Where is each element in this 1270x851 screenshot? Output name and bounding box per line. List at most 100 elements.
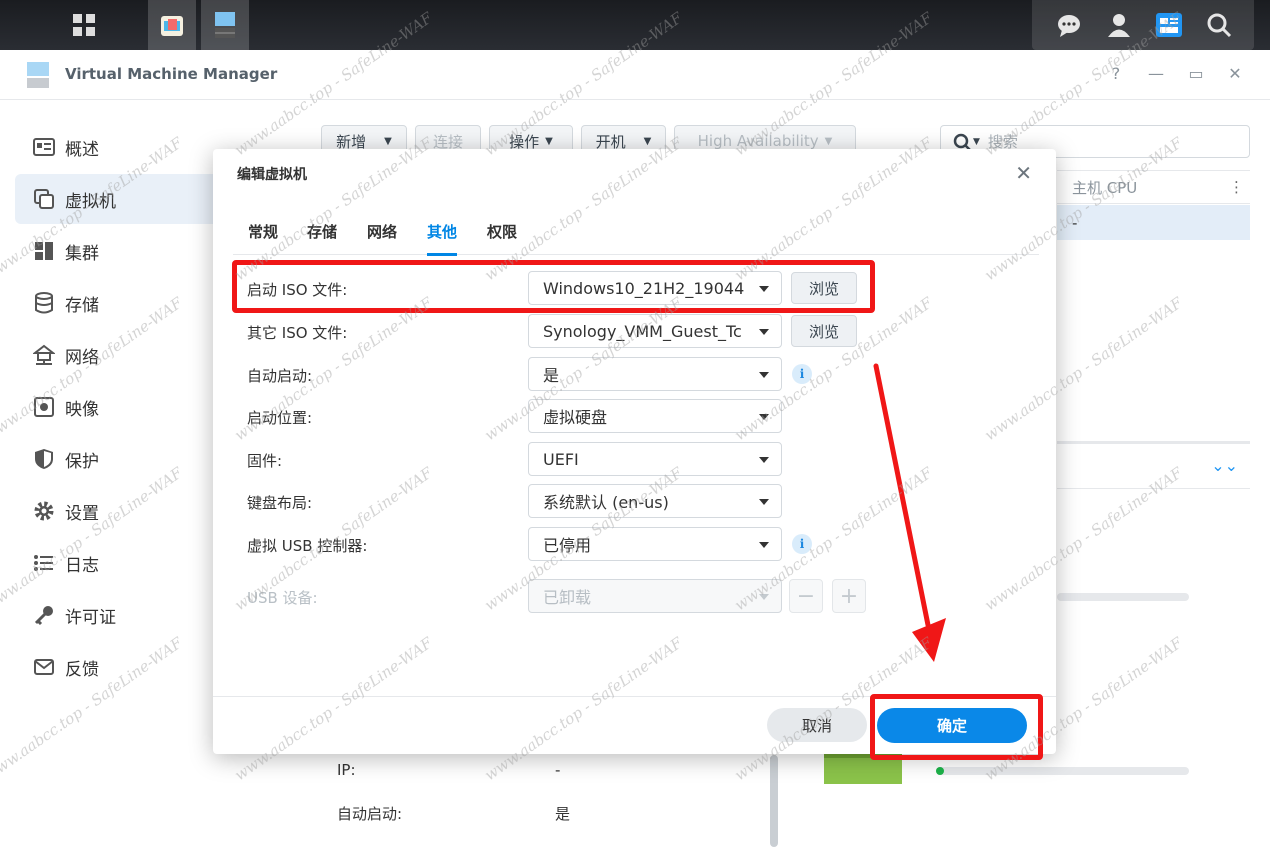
chevron-down-icon: ▼ bbox=[545, 135, 553, 147]
overview-icon bbox=[33, 136, 55, 158]
grid-icon bbox=[73, 14, 95, 36]
taskbar bbox=[0, 0, 1270, 50]
virtual-machine-icon bbox=[215, 12, 235, 38]
sidebar-item-label: 虚拟机 bbox=[65, 191, 116, 212]
chevron-down-icon bbox=[759, 372, 769, 378]
vm-icon bbox=[33, 188, 55, 210]
autostart-label: 自动启动: bbox=[337, 805, 403, 823]
firmware-value: UEFI bbox=[543, 449, 579, 469]
chevron-down-icon: ▼ bbox=[973, 136, 980, 147]
highlight-box bbox=[232, 260, 875, 313]
remove-usb-button[interactable]: − bbox=[789, 579, 823, 613]
tab-other[interactable]: 其他 bbox=[427, 221, 458, 256]
sidebar-item-label: 反馈 bbox=[65, 659, 99, 680]
chat-button[interactable] bbox=[1045, 0, 1093, 50]
usage-bar bbox=[936, 767, 1189, 775]
other-iso-label: 其它 ISO 文件: bbox=[247, 324, 348, 342]
dialog-title: 编辑虚拟机 bbox=[237, 167, 307, 183]
boot-from-label: 启动位置: bbox=[247, 409, 313, 427]
firmware-label: 固件: bbox=[247, 452, 283, 470]
sidebar-item-label: 集群 bbox=[65, 243, 99, 264]
chevron-down-icon: ▼ bbox=[384, 135, 392, 147]
other-iso-browse-button[interactable]: 浏览 bbox=[791, 315, 857, 347]
ip-label: IP: bbox=[337, 761, 356, 779]
keyboard-value: 系统默认 (en-us) bbox=[543, 493, 669, 512]
virtual-machine-button[interactable] bbox=[201, 0, 249, 50]
usb-controller-value: 已停用 bbox=[543, 536, 592, 555]
boot-from-value: 虚拟硬盘 bbox=[543, 408, 608, 427]
close-dialog-button[interactable]: ✕ bbox=[1015, 161, 1032, 185]
gear-icon bbox=[33, 500, 55, 522]
sidebar-item-label: 网络 bbox=[65, 347, 99, 368]
table-row[interactable]: - bbox=[1057, 205, 1250, 240]
usb-device-select[interactable]: 已卸载 bbox=[528, 579, 782, 613]
sidebar-item-label: 存储 bbox=[65, 295, 99, 316]
autostart-label: 自动启动: bbox=[247, 367, 313, 385]
chat-icon bbox=[1058, 15, 1080, 37]
chevron-down-icon bbox=[759, 457, 769, 463]
package-center-icon bbox=[161, 16, 183, 36]
sidebar-item-label: 日志 bbox=[65, 555, 99, 576]
main-menu-button[interactable] bbox=[60, 0, 108, 50]
usb-controller-select[interactable]: 已停用 bbox=[528, 527, 782, 561]
search-button[interactable] bbox=[1195, 0, 1243, 50]
package-center-button[interactable] bbox=[148, 0, 196, 50]
other-iso-select[interactable]: Synology_VMM_Guest_Tc bbox=[528, 314, 782, 348]
chevron-down-icon: ▼ bbox=[643, 135, 652, 147]
autostart-value: 是 bbox=[555, 805, 571, 823]
tab-storage[interactable]: 存储 bbox=[307, 221, 337, 242]
chevron-down-icon: ▼ bbox=[824, 135, 833, 147]
app-title: Virtual Machine Manager bbox=[65, 65, 278, 83]
autostart-value: 是 bbox=[543, 366, 560, 385]
usb-device-label: USB 设备: bbox=[247, 589, 318, 607]
minimize-button[interactable]: — bbox=[1145, 64, 1167, 83]
highlight-box bbox=[870, 694, 1043, 760]
mail-icon bbox=[33, 656, 55, 678]
tab-general[interactable]: 常规 bbox=[248, 221, 278, 242]
chevron-down-icon bbox=[759, 414, 769, 420]
widgets-icon bbox=[1156, 13, 1182, 37]
boot-from-select[interactable]: 虚拟硬盘 bbox=[528, 399, 782, 433]
sidebar-item-label: 概述 bbox=[65, 139, 99, 160]
window-titlebar: Virtual Machine Manager ? — ▭ ✕ bbox=[0, 50, 1270, 100]
info-icon[interactable]: i bbox=[792, 534, 812, 554]
search-icon bbox=[953, 133, 971, 151]
key-icon bbox=[33, 604, 55, 626]
tab-permission[interactable]: 权限 bbox=[487, 221, 517, 242]
image-icon bbox=[33, 396, 55, 418]
firmware-select[interactable]: UEFI bbox=[528, 442, 782, 476]
usb-device-value: 已卸载 bbox=[543, 588, 592, 607]
collapse-icon[interactable]: ⌄⌄ bbox=[1211, 456, 1238, 475]
search-icon bbox=[1207, 13, 1232, 38]
sidebar-item-label: 许可证 bbox=[65, 607, 116, 628]
column-menu-icon[interactable]: ⋮ bbox=[1229, 178, 1244, 196]
maximize-button[interactable]: ▭ bbox=[1185, 64, 1207, 83]
shield-icon bbox=[33, 448, 55, 470]
sidebar-item-label: 映像 bbox=[65, 399, 99, 420]
scrollbar[interactable] bbox=[770, 755, 778, 847]
app-logo-icon bbox=[27, 62, 49, 88]
other-iso-value: Synology_VMM_Guest_Tc bbox=[543, 321, 742, 341]
cluster-icon bbox=[33, 240, 55, 262]
cell-host-cpu: - bbox=[1072, 213, 1078, 232]
dialog-tabs: 常规 存储 网络 其他 权限 bbox=[233, 207, 1039, 256]
ha-label: High Availability bbox=[697, 132, 819, 150]
network-icon bbox=[33, 344, 55, 366]
widgets-button[interactable] bbox=[1145, 0, 1193, 50]
panel-header: ⌄⌄ bbox=[1057, 441, 1250, 489]
keyboard-select[interactable]: 系统默认 (en-us) bbox=[528, 484, 782, 518]
chevron-down-icon bbox=[759, 542, 769, 548]
chevron-down-icon bbox=[759, 499, 769, 505]
info-icon[interactable]: i bbox=[792, 364, 812, 384]
autostart-select[interactable]: 是 bbox=[528, 357, 782, 391]
column-header-host-cpu[interactable]: 主机 CPU ⋮ bbox=[1057, 170, 1250, 204]
cancel-button[interactable]: 取消 bbox=[767, 708, 867, 742]
user-button[interactable] bbox=[1095, 0, 1143, 50]
chevron-down-icon bbox=[759, 594, 769, 600]
tab-network[interactable]: 网络 bbox=[367, 221, 397, 242]
help-button[interactable]: ? bbox=[1105, 64, 1127, 83]
usb-controller-label: 虚拟 USB 控制器: bbox=[247, 537, 368, 555]
column-label: 主机 CPU bbox=[1072, 178, 1138, 197]
close-window-button[interactable]: ✕ bbox=[1224, 64, 1246, 83]
usage-bar bbox=[1057, 593, 1189, 601]
